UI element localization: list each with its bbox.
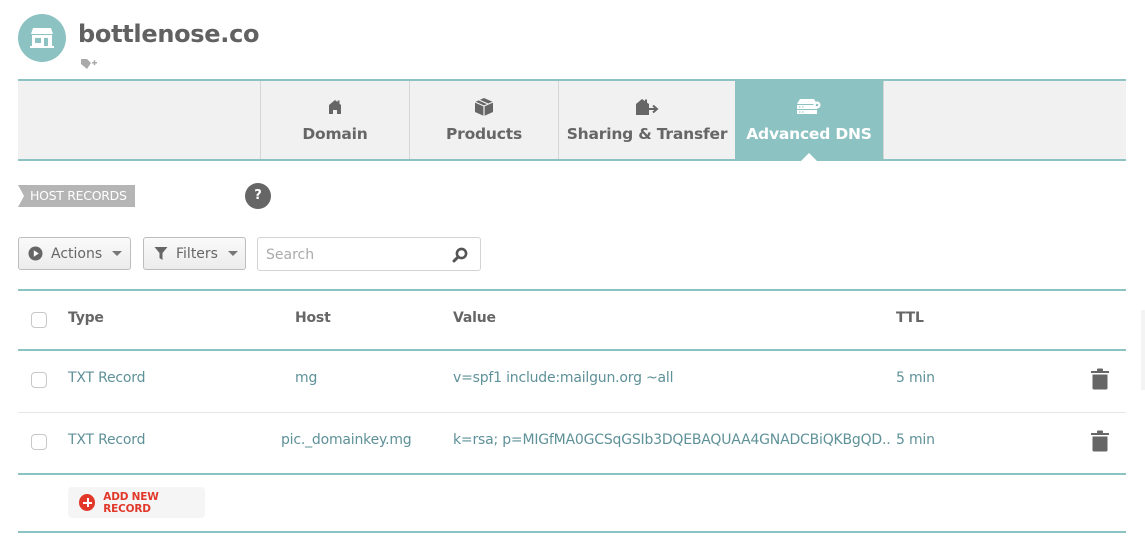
tab-domain[interactable]: Domain	[260, 81, 409, 159]
actions-dropdown[interactable]: Actions	[18, 237, 131, 270]
tab-sharing-transfer[interactable]: Sharing & Transfer	[558, 81, 735, 159]
table-top-border	[18, 289, 1126, 291]
record-value: k=rsa; p=MIGfMA0GCSqGSIb3DQEBAQUAA4GNADC…	[453, 432, 891, 448]
column-header-ttl[interactable]: TTL	[896, 310, 924, 326]
record-ttl: 5 min	[896, 432, 935, 448]
dns-server-icon	[796, 97, 822, 117]
record-type: TXT Record	[68, 370, 146, 386]
home-icon	[328, 97, 342, 117]
search-icon[interactable]	[452, 247, 468, 263]
tab-products[interactable]: Products	[409, 81, 558, 159]
trash-icon[interactable]	[1091, 430, 1109, 452]
select-all-checkbox[interactable]	[31, 312, 47, 328]
record-ttl: 5 min	[896, 370, 935, 386]
search-input[interactable]	[266, 245, 446, 265]
add-tag-icon[interactable]	[80, 58, 98, 70]
tab-advanced-dns[interactable]: Advanced DNS	[735, 81, 883, 161]
host-records-label: HOST RECORDS	[18, 185, 135, 207]
column-header-host[interactable]: Host	[295, 310, 331, 326]
record-host: pic._domainkey.mg	[281, 432, 412, 448]
add-new-record-button[interactable]: ADD NEW RECORD	[68, 487, 205, 518]
transfer-icon	[635, 97, 659, 117]
play-circle-icon	[28, 246, 43, 261]
actions-label: Actions	[51, 245, 103, 262]
table-header-border	[18, 349, 1126, 351]
row-checkbox[interactable]	[31, 372, 47, 388]
add-new-record-label: ADD NEW RECORD	[103, 490, 159, 515]
plus-circle-icon	[79, 494, 96, 511]
column-header-type[interactable]: Type	[68, 310, 104, 326]
chevron-down-icon	[227, 251, 238, 256]
scrollbar[interactable]	[1141, 310, 1145, 390]
footer-border	[18, 531, 1126, 533]
filters-dropdown[interactable]: Filters	[143, 237, 246, 270]
domain-title: bottlenose.co	[78, 20, 260, 48]
row-divider	[18, 412, 1126, 413]
record-host: mg	[295, 370, 318, 386]
trash-icon[interactable]	[1091, 368, 1109, 390]
record-value: v=spf1 include:mailgun.org ~all	[453, 370, 674, 386]
chevron-down-icon	[112, 251, 123, 256]
filters-label: Filters	[176, 245, 218, 262]
column-header-value[interactable]: Value	[453, 310, 496, 326]
table-bottom-border	[18, 473, 1126, 475]
domain-tabs: Domain Products Sharing & Transfer Advan…	[18, 79, 1126, 161]
storefront-icon	[18, 14, 66, 62]
record-type: TXT Record	[68, 432, 146, 448]
tab-divider	[883, 81, 884, 159]
help-icon[interactable]: ?	[245, 183, 271, 209]
search-box	[257, 237, 481, 271]
box-icon	[474, 97, 494, 117]
row-checkbox[interactable]	[31, 434, 47, 450]
filter-icon	[154, 247, 168, 260]
